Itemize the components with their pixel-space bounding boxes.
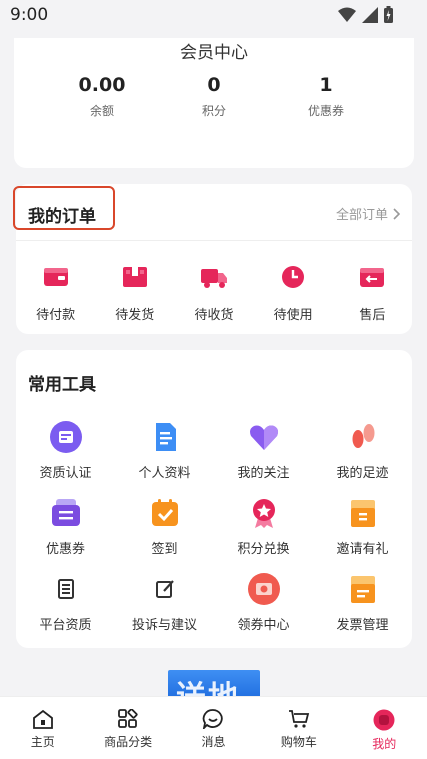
home-icon — [32, 709, 53, 729]
cart-icon — [288, 710, 310, 728]
tools-grid: 资质认证 个人资料 我的关注 我的足迹 优惠券 签到 积分兑换 邀请有礼 平台资… — [16, 420, 412, 636]
order-pending-shipment[interactable]: 待发货 — [95, 260, 174, 323]
order-pending-payment-label: 待付款 — [36, 308, 76, 323]
clock-icon — [282, 266, 305, 288]
tool-coupons-label: 优惠券 — [45, 542, 85, 557]
tab-profile[interactable]: 我的 — [342, 697, 427, 759]
invoice-icon — [350, 576, 375, 603]
bottom-tab-bar: 主页 商品分类 消息 购物车 我的 — [0, 696, 427, 759]
tool-profile-label: 个人资料 — [138, 466, 191, 481]
heart-icon — [249, 425, 278, 450]
order-status-row: 待付款 待发货 待收货 待使用 售后 — [16, 260, 412, 323]
battery-icon — [384, 6, 393, 23]
status-time: 9:00 — [10, 5, 49, 25]
certificate-icon — [49, 421, 82, 453]
wifi-icon — [338, 7, 356, 22]
order-pending-use[interactable]: 待使用 — [254, 260, 333, 323]
ticket-icon — [247, 573, 280, 605]
order-pending-receipt[interactable]: 待收货 — [174, 260, 253, 323]
balance-stat[interactable]: 0.00 余额 — [62, 74, 142, 119]
my-orders-card: 我的订单 全部订单 待付款 待发货 待收货 待使用 售后 — [13, 184, 412, 334]
coupons-stat[interactable]: 1 优惠券 — [286, 74, 366, 119]
tool-complaints-suggestions-label: 投诉与建议 — [131, 618, 197, 633]
tool-points-exchange-label: 积分兑换 — [237, 542, 290, 557]
balance-label: 余额 — [89, 104, 114, 118]
checkin-icon — [151, 499, 178, 526]
category-icon — [118, 709, 138, 728]
tab-profile-label: 我的 — [372, 737, 397, 751]
tool-coupons[interactable]: 优惠券 — [16, 496, 115, 560]
tool-my-follows[interactable]: 我的关注 — [214, 420, 313, 484]
order-pending-use-label: 待使用 — [273, 308, 313, 323]
common-tools-card: 常用工具 资质认证 个人资料 我的关注 我的足迹 优惠券 签到 积分兑换 邀请有… — [16, 350, 412, 648]
all-orders-link[interactable]: 全部订单 — [336, 204, 400, 223]
order-pending-payment[interactable]: 待付款 — [16, 260, 95, 323]
points-value: 0 — [207, 74, 221, 96]
order-pending-shipment-label: 待发货 — [115, 308, 155, 323]
member-center-title: 会员中心 — [180, 43, 248, 63]
medal-icon — [252, 499, 275, 528]
orders-title: 我的订单 — [28, 207, 96, 227]
building-icon — [57, 579, 74, 599]
tools-title: 常用工具 — [28, 375, 96, 395]
tool-complaints-suggestions[interactable]: 投诉与建议 — [115, 572, 214, 636]
coupons-label: 优惠券 — [307, 104, 344, 118]
signal-icon — [362, 6, 378, 23]
tool-my-footprint[interactable]: 我的足迹 — [313, 420, 412, 484]
tool-coupon-center[interactable]: 领券中心 — [214, 572, 313, 636]
tool-invoice-management[interactable]: 发票管理 — [313, 572, 412, 636]
tool-qualification-cert-label: 资质认证 — [39, 466, 92, 481]
package-icon — [122, 267, 147, 287]
tool-coupon-center-label: 领券中心 — [237, 618, 290, 633]
tab-messages[interactable]: 消息 — [171, 697, 256, 759]
document-icon — [155, 423, 176, 451]
tool-checkin-label: 签到 — [151, 542, 178, 557]
tool-platform-qualification[interactable]: 平台资质 — [16, 572, 115, 636]
gift-icon — [350, 500, 375, 527]
tab-cart-label: 购物车 — [280, 735, 317, 749]
points-label: 积分 — [201, 104, 226, 118]
status-bar: 9:00 — [0, 0, 427, 32]
status-icons — [338, 6, 393, 23]
order-pending-receipt-label: 待收货 — [194, 308, 234, 323]
tool-checkin[interactable]: 签到 — [115, 496, 214, 560]
order-after-sales[interactable]: 售后 — [333, 260, 412, 323]
tab-home-label: 主页 — [30, 735, 55, 749]
wallet-icon — [43, 268, 68, 286]
tool-platform-qualification-label: 平台资质 — [39, 618, 92, 633]
all-orders-label: 全部订单 — [335, 208, 388, 223]
tab-home[interactable]: 主页 — [0, 697, 85, 759]
tool-invite-gift-label: 邀请有礼 — [336, 542, 389, 557]
edit-icon — [155, 580, 174, 598]
tool-points-exchange[interactable]: 积分兑换 — [214, 496, 313, 560]
return-icon — [360, 268, 385, 287]
message-icon — [203, 709, 224, 729]
tab-cart[interactable]: 购物车 — [256, 697, 341, 759]
tool-invoice-management-label: 发票管理 — [336, 618, 389, 633]
coupon-icon — [51, 499, 80, 526]
order-after-sales-label: 售后 — [359, 308, 386, 323]
tool-my-footprint-label: 我的足迹 — [336, 466, 389, 481]
orders-divider — [16, 240, 412, 241]
chevron-right-icon — [393, 207, 400, 220]
points-stat[interactable]: 0 积分 — [174, 74, 254, 119]
tab-categories[interactable]: 商品分类 — [85, 697, 170, 759]
tool-my-follows-label: 我的关注 — [237, 466, 290, 481]
coupons-value: 1 — [319, 74, 333, 96]
tab-messages-label: 消息 — [201, 735, 226, 749]
tool-profile[interactable]: 个人资料 — [115, 420, 214, 484]
tool-invite-gift[interactable]: 邀请有礼 — [313, 496, 412, 560]
truck-icon — [200, 269, 227, 288]
footprint-icon — [352, 424, 374, 448]
tool-qualification-cert[interactable]: 资质认证 — [16, 420, 115, 484]
member-center-card: 会员中心 0.00 余额 0 积分 1 优惠券 — [14, 38, 414, 168]
balance-value: 0.00 — [78, 74, 126, 96]
tab-categories-label: 商品分类 — [104, 735, 153, 749]
profile-icon — [373, 709, 395, 731]
